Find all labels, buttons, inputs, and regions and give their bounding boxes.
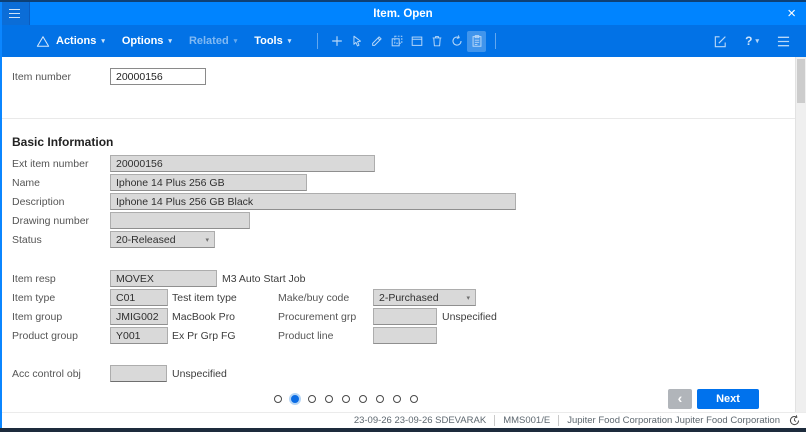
drawing-number-field bbox=[110, 212, 250, 229]
field-row-item-number: Item number bbox=[12, 68, 806, 85]
field-label: Item number bbox=[12, 70, 71, 83]
toolbar-icon-group bbox=[327, 30, 487, 52]
menu-actions[interactable]: Actions ▾ bbox=[56, 35, 105, 47]
title-bar: Item. Open × bbox=[0, 2, 806, 25]
field-row-item-group-procurement: Item group JMIG002 MacBook Pro Procureme… bbox=[12, 308, 806, 325]
copy-icon[interactable] bbox=[387, 31, 406, 52]
window-left-edge bbox=[0, 2, 2, 428]
item-resp-description: M3 Auto Start Job bbox=[222, 272, 306, 285]
status-program: MMS001/E bbox=[503, 415, 551, 426]
dropdown-arrow-icon: ▾ bbox=[205, 236, 209, 244]
status-separator bbox=[494, 415, 496, 426]
select-cursor-icon[interactable] bbox=[347, 31, 366, 52]
app-window: Item. Open × Actions ▾ Options ▾ Related… bbox=[0, 0, 806, 432]
menu-options[interactable]: Options ▾ bbox=[122, 35, 172, 47]
page-dot[interactable] bbox=[393, 395, 401, 403]
toolbar-separator bbox=[317, 33, 319, 49]
window-bottom-edge bbox=[0, 428, 806, 432]
next-button[interactable]: Next bbox=[697, 389, 759, 409]
edit-pencil-icon[interactable] bbox=[367, 31, 386, 52]
panel-icon[interactable] bbox=[407, 31, 426, 52]
product-line-field bbox=[373, 327, 437, 344]
procurement-grp-field bbox=[373, 308, 437, 325]
nav-buttons: ‹ Next bbox=[668, 389, 759, 409]
panel-footer: ‹ Next bbox=[0, 388, 795, 410]
chevron-down-icon: ▾ bbox=[233, 38, 238, 45]
chevron-down-icon: ▾ bbox=[168, 38, 172, 45]
hamburger-menu-button[interactable] bbox=[0, 2, 30, 25]
status-bar: 23-09-26 23-09-26 SDEVARAK MMS001/E Jupi… bbox=[0, 412, 806, 428]
key-panel: Item number bbox=[0, 57, 806, 85]
page-dot[interactable] bbox=[376, 395, 384, 403]
item-resp-field: MOVEX bbox=[110, 270, 217, 287]
item-group-description: MacBook Pro bbox=[172, 310, 236, 323]
ext-item-number-field: 20000156 bbox=[110, 155, 375, 172]
product-group-description: Ex Pr Grp FG bbox=[172, 329, 236, 342]
toolbar-right-group: ? ▾ bbox=[711, 31, 806, 52]
field-row-acc-control-obj: Acc control obj Unspecified bbox=[12, 365, 806, 382]
clipboard-icon[interactable] bbox=[467, 30, 487, 52]
acc-control-obj-description: Unspecified bbox=[172, 367, 227, 380]
procurement-grp-description: Unspecified bbox=[442, 310, 497, 323]
field-row-name: Name Iphone 14 Plus 256 GB bbox=[12, 174, 806, 191]
product-group-field: Y001 bbox=[110, 327, 168, 344]
panel-divider bbox=[0, 118, 806, 119]
previous-panel-button[interactable]: ‹ bbox=[668, 389, 692, 409]
help-icon[interactable]: ? ▾ bbox=[745, 34, 759, 48]
item-type-description: Test item type bbox=[172, 291, 237, 304]
page-dot[interactable] bbox=[325, 395, 333, 403]
form-content: Item number Basic Information Ext item n… bbox=[0, 57, 806, 412]
page-dot[interactable] bbox=[359, 395, 367, 403]
menu-lines-icon[interactable] bbox=[774, 31, 793, 52]
page-dot[interactable] bbox=[308, 395, 316, 403]
dropdown-arrow-icon: ▾ bbox=[466, 294, 470, 302]
alert-triangle-icon bbox=[36, 35, 50, 48]
toolbar-separator bbox=[495, 33, 497, 49]
item-type-field: C01 bbox=[110, 289, 168, 306]
acc-control-obj-field bbox=[110, 365, 167, 382]
plus-icon[interactable] bbox=[327, 31, 346, 52]
chevron-down-icon: ▾ bbox=[101, 38, 105, 45]
status-company: Jupiter Food Corporation Jupiter Food Co… bbox=[567, 415, 780, 426]
history-clock-icon[interactable] bbox=[788, 414, 801, 427]
field-row-item-type-make-buy: Item type C01 Test item type Make/buy co… bbox=[12, 289, 806, 306]
field-row-product-group-line: Product group Y001 Ex Pr Grp FG Product … bbox=[12, 327, 806, 344]
field-row-item-resp: Item resp MOVEX M3 Auto Start Job bbox=[12, 270, 806, 287]
page-dot[interactable] bbox=[274, 395, 282, 403]
name-field: Iphone 14 Plus 256 GB bbox=[110, 174, 307, 191]
vertical-scrollbar[interactable] bbox=[795, 57, 806, 412]
section-title: Basic Information bbox=[12, 135, 114, 149]
chevron-left-icon: ‹ bbox=[677, 390, 683, 406]
field-row-drawing-number: Drawing number bbox=[12, 212, 806, 229]
window-title: Item. Open bbox=[373, 7, 433, 20]
compose-icon[interactable] bbox=[711, 31, 730, 52]
status-timestamp-user: 23-09-26 23-09-26 SDEVARAK bbox=[353, 415, 487, 426]
menu-tools[interactable]: Tools ▾ bbox=[254, 35, 291, 47]
item-group-field: JMIG002 bbox=[110, 308, 168, 325]
item-number-input[interactable] bbox=[110, 68, 206, 85]
scrollbar-thumb[interactable] bbox=[797, 59, 805, 103]
trash-icon[interactable] bbox=[427, 31, 446, 52]
page-dots bbox=[274, 395, 418, 403]
field-row-status: Status 20-Released ▾ bbox=[12, 231, 806, 248]
chevron-down-icon: ▾ bbox=[755, 38, 759, 45]
close-icon[interactable]: × bbox=[777, 6, 806, 21]
chevron-down-icon: ▾ bbox=[287, 38, 292, 45]
status-separator bbox=[558, 415, 560, 426]
field-row-ext-item-number: Ext item number 20000156 bbox=[12, 155, 806, 172]
toolbar: Actions ▾ Options ▾ Related ▾ Tools ▾ ? … bbox=[0, 25, 806, 57]
page-dot[interactable] bbox=[410, 395, 418, 403]
make-buy-code-dropdown: 2-Purchased ▾ bbox=[373, 289, 476, 306]
field-row-description: Description Iphone 14 Plus 256 GB Black bbox=[12, 193, 806, 210]
menu-related: Related ▾ bbox=[188, 35, 238, 47]
page-dot[interactable] bbox=[291, 395, 299, 403]
page-dot[interactable] bbox=[342, 395, 350, 403]
status-dropdown: 20-Released ▾ bbox=[110, 231, 215, 248]
description-field: Iphone 14 Plus 256 GB Black bbox=[110, 193, 516, 210]
refresh-icon[interactable] bbox=[447, 31, 466, 52]
